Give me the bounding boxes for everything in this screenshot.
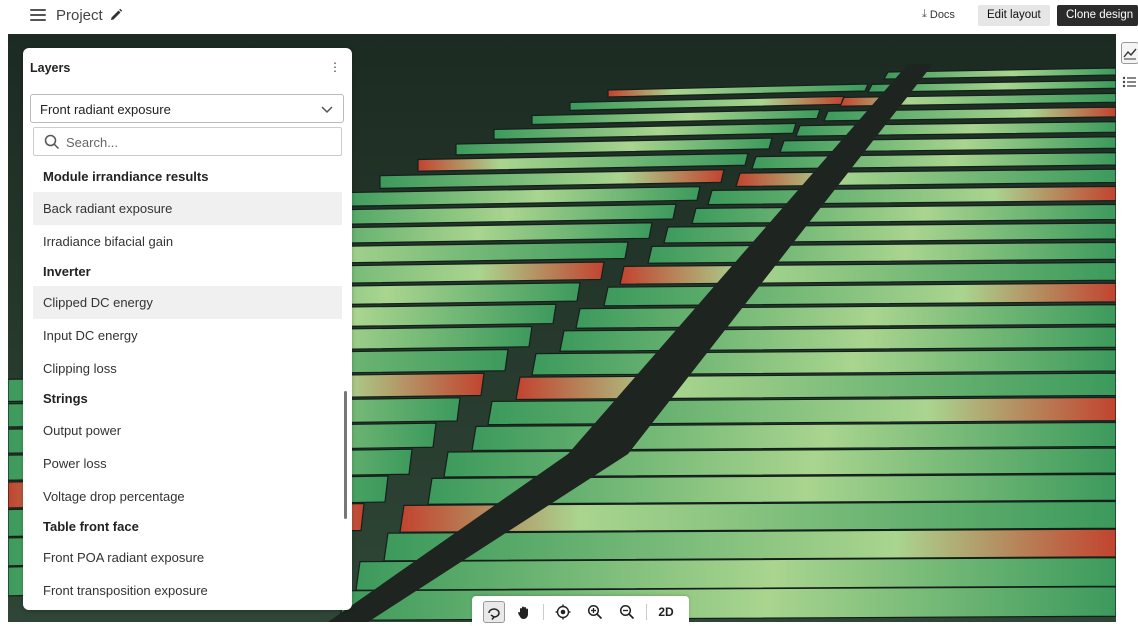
top-bar: Project ⤓ Docs Edit layout Clone design [0,0,1138,34]
search-box[interactable] [33,127,342,156]
chart-icon[interactable] [1121,42,1138,64]
selected-layer-value: Front radiant exposure [40,102,171,117]
toolbar-divider [646,604,647,620]
hamburger-menu-icon[interactable] [30,9,46,23]
zoom-in-icon[interactable] [584,601,606,623]
layer-item-voltage-drop-percentage[interactable]: Voltage drop percentage [33,480,342,513]
zoom-out-icon[interactable] [616,601,638,623]
docs-label: Docs [929,8,955,21]
toolbar-divider [543,604,544,620]
solar-table-row [691,203,1116,225]
list-scrollbar-thumb[interactable] [344,391,347,519]
solar-table-row [531,348,1116,376]
list-scrollbar-track[interactable] [344,166,347,606]
right-rail [1116,34,1138,622]
orbit-icon[interactable] [483,601,505,623]
solar-table-row [355,556,1116,591]
list-icon[interactable] [1121,74,1138,96]
layer-item-front-transposition-exposure[interactable]: Front transposition exposure [33,574,342,607]
solar-table-row [515,372,1116,401]
solar-table-row [663,222,1116,244]
solar-table-row [575,303,1116,329]
solar-table-row [559,326,1116,352]
more-options-icon[interactable]: ⋮ [329,61,341,75]
docs-link[interactable]: ⤓ Docs [922,8,955,21]
layers-panel: Layers ⋮ Front radiant exposure Module i… [23,48,352,610]
layer-item-clipped-dc-energy[interactable]: Clipped DC energy [33,286,342,319]
layer-item-power-loss[interactable]: Power loss [33,447,342,480]
solar-table-row [487,396,1116,426]
group-header-strings: Strings [43,391,88,406]
edit-layout-button[interactable]: Edit layout [978,5,1050,26]
solar-table-row [619,261,1116,285]
layer-item-back-radiant-exposure[interactable]: Back radiant exposure [33,192,342,225]
solar-table-row [339,586,1116,621]
layers-panel-title: Layers [30,61,71,75]
edit-name-pencil-icon[interactable] [108,7,124,23]
clone-design-button[interactable]: Clone design [1057,5,1138,26]
download-arrow-icon: ⤓ [922,8,927,20]
solar-table-row [647,241,1116,264]
layer-item-front-poa-radiant-exposure[interactable]: Front POA radiant exposure [33,541,342,574]
view-mode-2d-button[interactable]: 2D [655,601,677,623]
search-input[interactable] [66,132,326,152]
layer-item-input-dc-energy[interactable]: Input DC energy [33,319,342,352]
layer-item-clipping-loss[interactable]: Clipping loss [33,352,342,385]
search-icon [44,134,60,150]
project-title: Project [56,7,103,24]
layer-select-dropdown[interactable]: Front radiant exposure [30,94,344,123]
solar-table-row [471,421,1116,452]
layer-item-irradiance-bifacial-gain[interactable]: Irradiance bifacial gain [33,225,342,258]
locate-icon[interactable] [552,601,574,623]
group-header-module-irradiance: Module irrandiance results [43,169,209,184]
chevron-down-icon [321,106,333,114]
solar-table-row [603,282,1116,307]
group-header-table-front-face: Table front face [43,519,139,534]
pan-hand-icon[interactable] [513,601,535,623]
group-header-inverter: Inverter [43,264,91,279]
layer-item-output-power[interactable]: Output power [33,414,342,447]
